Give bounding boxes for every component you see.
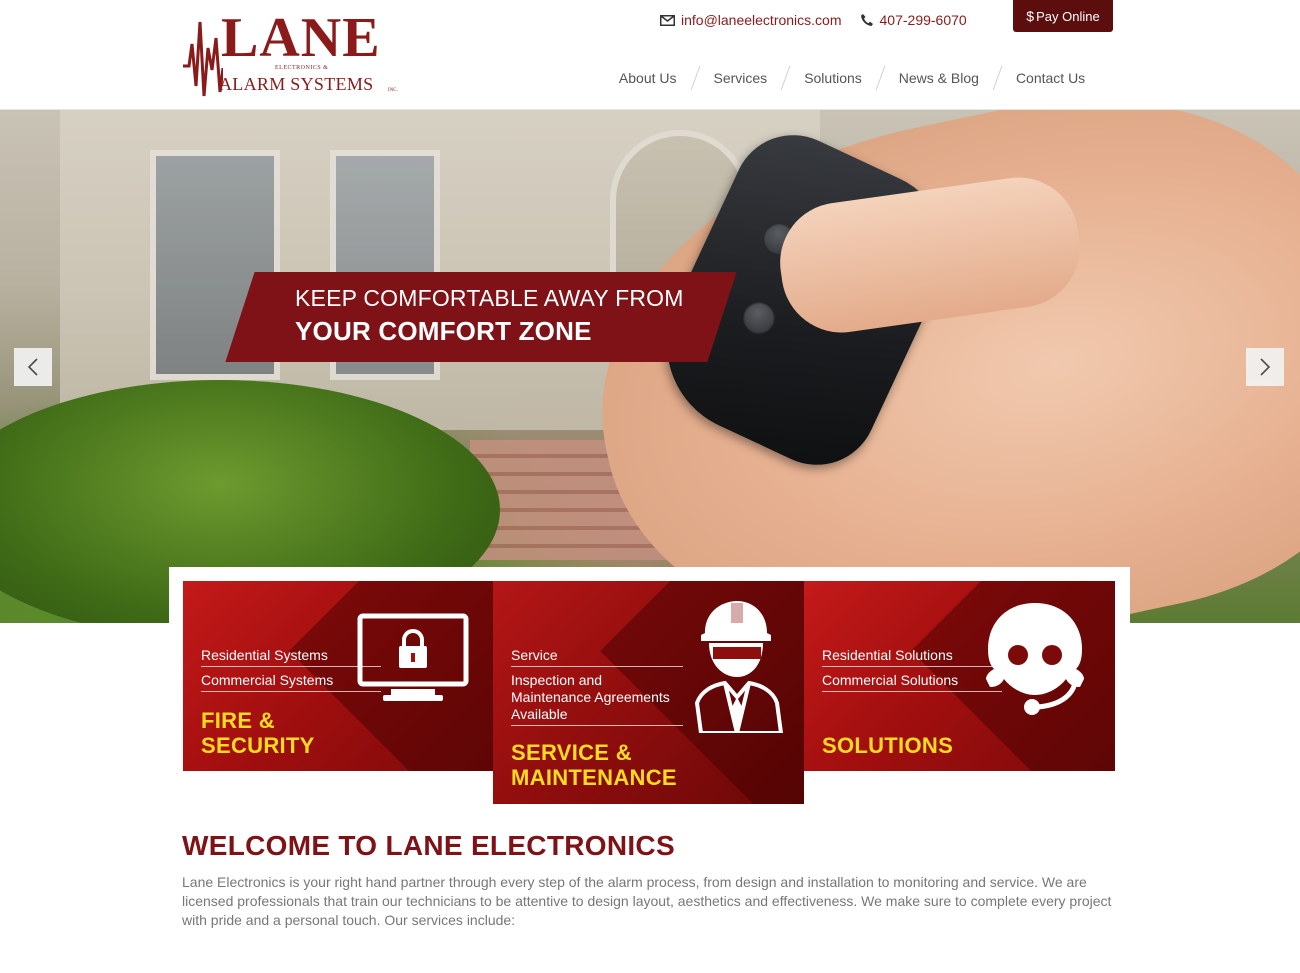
- chevron-right-icon: [1260, 358, 1271, 376]
- hero-banner: KEEP COMFORTABLE AWAY FROM YOUR COMFORT …: [225, 272, 737, 362]
- dollar-icon: $: [1026, 8, 1035, 24]
- logo-wordmark: LANE: [221, 7, 381, 69]
- feature-service-maintenance[interactable]: Service Inspection and Maintenance Agree…: [493, 581, 804, 804]
- nav-item-news-blog[interactable]: News & Blog: [881, 64, 997, 92]
- contact-topbar: info@laneelectronics.com 407-299-6070: [660, 8, 985, 32]
- slider-next-button[interactable]: [1246, 348, 1284, 386]
- email-text: info@laneelectronics.com: [681, 12, 842, 28]
- nav-item-contact-us[interactable]: Contact Us: [998, 64, 1103, 92]
- welcome-paragraph: Lane Electronics is your right hand part…: [182, 874, 1112, 928]
- link-inspection-maintenance[interactable]: Inspection and Maintenance Agreements Av…: [511, 672, 683, 726]
- chevron-left-icon: [27, 358, 38, 376]
- logo-tagline: ALARM SYSTEMS: [219, 74, 374, 94]
- main-nav: Home About Us Services Solutions News & …: [510, 64, 1103, 92]
- logo-subtext: ELECTRONICS &: [275, 65, 329, 71]
- nav-item-home[interactable]: Home: [510, 64, 601, 92]
- pay-online-label: Pay Online: [1036, 8, 1100, 24]
- phone-text: 407-299-6070: [879, 12, 967, 28]
- slider-prev-button[interactable]: [14, 348, 52, 386]
- link-commercial-solutions[interactable]: Commercial Solutions: [822, 672, 1002, 692]
- technician-icon: [694, 601, 784, 733]
- lane-logo[interactable]: LANE ELECTRONICS & ALARM SYSTEMS INC.: [183, 8, 403, 100]
- feature-links: Residential Solutions Commercial Solutio…: [822, 647, 1002, 697]
- fob-button: [737, 296, 781, 340]
- heartbeat-logo-icon: [183, 21, 223, 97]
- site-header: LANE ELECTRONICS & ALARM SYSTEMS INC. in…: [0, 0, 1300, 110]
- hero-slider: KEEP COMFORTABLE AWAY FROM YOUR COMFORT …: [0, 110, 1300, 623]
- feature-links: Residential Systems Commercial Systems: [201, 647, 381, 697]
- link-service[interactable]: Service: [511, 647, 683, 667]
- link-residential-solutions[interactable]: Residential Solutions: [822, 647, 1002, 667]
- email-link[interactable]: info@laneelectronics.com: [660, 12, 842, 28]
- feature-title: FIRE & SECURITY: [201, 708, 315, 758]
- feature-title: SERVICE & MAINTENANCE: [511, 740, 677, 790]
- nav-item-about-us[interactable]: About Us: [601, 64, 695, 92]
- pay-online-button[interactable]: $ Pay Online: [1013, 0, 1113, 32]
- nav-item-services[interactable]: Services: [696, 64, 786, 92]
- feature-solutions[interactable]: Residential Solutions Commercial Solutio…: [804, 581, 1115, 771]
- link-residential-systems[interactable]: Residential Systems: [201, 647, 381, 667]
- hero-headline: KEEP COMFORTABLE AWAY FROM: [295, 285, 684, 311]
- logo-inc: INC.: [388, 88, 398, 93]
- envelope-icon: [660, 14, 675, 26]
- hero-subheadline: YOUR COMFORT ZONE: [295, 316, 592, 346]
- phone-icon: [860, 14, 873, 26]
- welcome-heading: WELCOME TO LANE ELECTRONICS: [182, 830, 675, 861]
- nav-item-solutions[interactable]: Solutions: [786, 64, 880, 92]
- link-commercial-systems[interactable]: Commercial Systems: [201, 672, 381, 692]
- feature-links: Service Inspection and Maintenance Agree…: [511, 647, 683, 731]
- feature-fire-security[interactable]: Residential Systems Commercial Systems F…: [183, 581, 493, 771]
- phone-link[interactable]: 407-299-6070: [860, 12, 967, 28]
- feature-title: SOLUTIONS: [822, 733, 954, 758]
